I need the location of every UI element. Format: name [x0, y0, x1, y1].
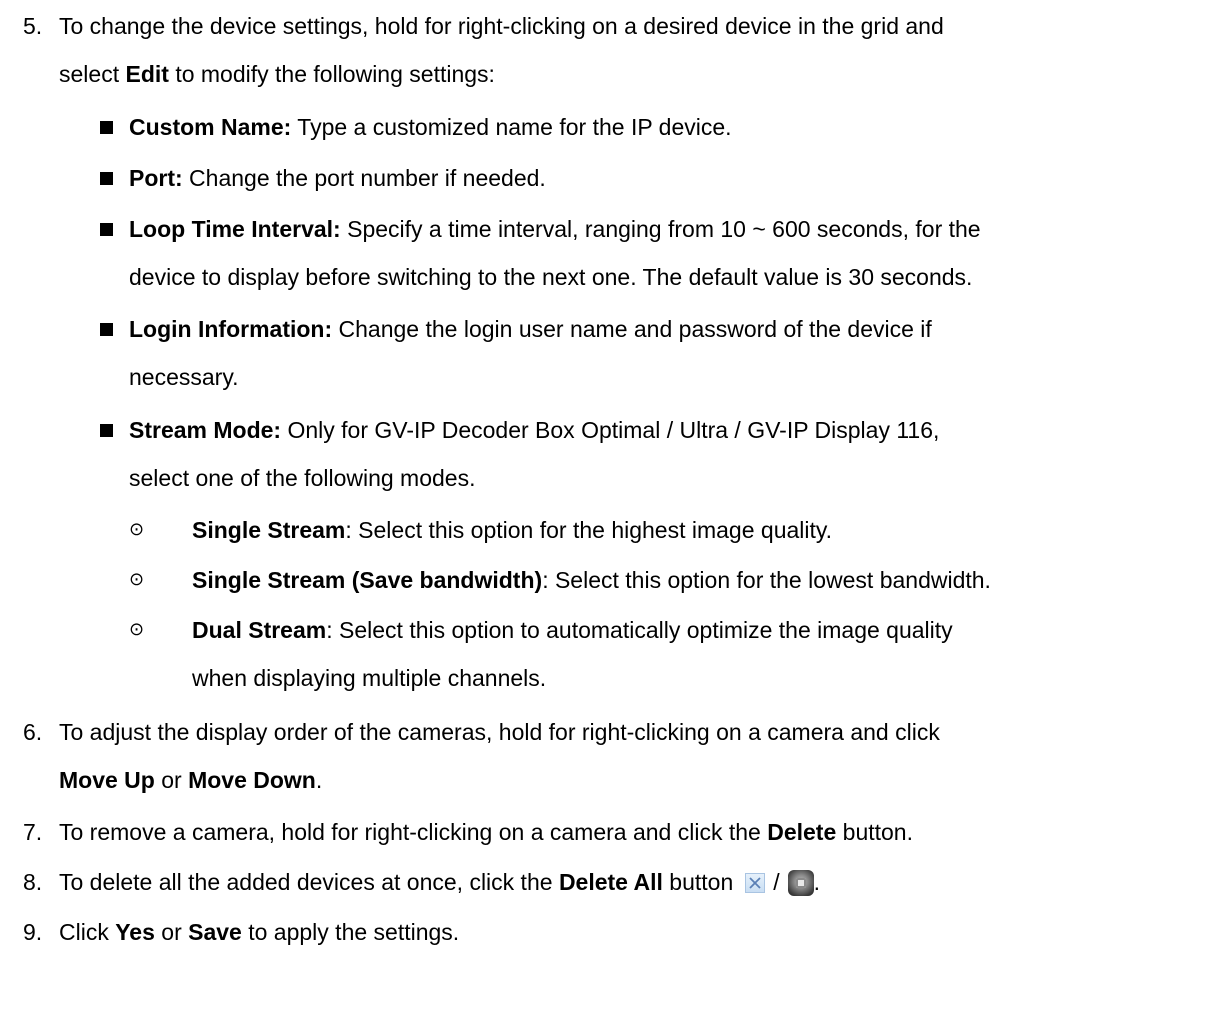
yes-term: Yes [115, 919, 155, 945]
mode-continuation: when displaying multiple channels. [192, 665, 547, 691]
step-7-number: 7. [23, 819, 43, 845]
step-6-line-2: Move Up or Move Down. [59, 766, 322, 794]
step-6-line-1: To adjust the display order of the camer… [59, 719, 940, 745]
bullet-stream-mode: Stream Mode: Only for GV-IP Decoder Box … [129, 416, 939, 444]
step-9-line: Click Yes or Save to apply the settings. [59, 918, 459, 946]
mode-dual-stream: Dual Stream: Select this option to autom… [192, 616, 953, 644]
bullet-square-icon [100, 121, 113, 134]
step-8-text: To delete all the added devices at once,… [59, 869, 559, 895]
step-8-line: To delete all the added devices at once,… [59, 868, 820, 896]
step-8-period: . [813, 869, 821, 895]
step-9-or: or [154, 919, 189, 945]
bullet-square-icon [100, 172, 113, 185]
delete-all-round-icon [787, 870, 814, 896]
step-7-text-end: button. [836, 819, 913, 845]
bullet-login-information: Login Information: Change the login user… [129, 315, 932, 343]
bullet-term: Login Information: [129, 316, 333, 342]
bullet-text: Only for GV-IP Decoder Box Optimal / Ult… [281, 417, 940, 443]
bullet-square-icon [100, 424, 113, 437]
delete-all-x-icon [745, 873, 766, 893]
step-5-text-end: to modify the following settings: [168, 61, 495, 87]
bullet-term: Port: [129, 165, 183, 191]
step-6-or: or [154, 767, 189, 793]
mode-text: : Select this option for the lowest band… [542, 567, 991, 593]
circle-dot-bullet-icon: ⊙ [129, 519, 145, 540]
edit-term: Edit [125, 61, 169, 87]
bullet-text: Type a customized name for the IP device… [291, 114, 732, 140]
step-5-line-1: To change the device settings, hold for … [59, 13, 944, 39]
step-7-text: To remove a camera, hold for right-click… [59, 819, 768, 845]
bullet-loop-time-interval: Loop Time Interval: Specify a time inter… [129, 215, 981, 243]
bullet-custom-name: Custom Name: Type a customized name for … [129, 113, 732, 141]
step-6-period: . [315, 767, 323, 793]
delete-term: Delete [767, 819, 837, 845]
mode-text: : Select this option for the highest ima… [345, 517, 833, 543]
bullet-text: Specify a time interval, ranging from 10… [340, 216, 981, 242]
mode-single-stream-save-bandwidth: Single Stream (Save bandwidth): Select t… [192, 566, 991, 594]
move-down-term: Move Down [188, 767, 316, 793]
step-8-button-word: button [662, 869, 734, 895]
step-6-number: 6. [23, 719, 43, 745]
step-5-text: select [59, 61, 126, 87]
mode-term: Dual Stream [192, 617, 327, 643]
step-9-text: Click [59, 919, 116, 945]
bullet-text: Change the login user name and password … [332, 316, 932, 342]
bullet-term: Stream Mode: [129, 417, 282, 443]
step-9-text-end: to apply the settings. [241, 919, 460, 945]
delete-all-term: Delete All [558, 869, 663, 895]
step-7-line: To remove a camera, hold for right-click… [59, 818, 913, 846]
mode-term: Single Stream (Save bandwidth) [192, 567, 543, 593]
move-up-term: Move Up [59, 767, 155, 793]
step-8-number: 8. [23, 869, 43, 895]
circle-dot-bullet-icon: ⊙ [129, 569, 145, 590]
bullet-term: Loop Time Interval: [129, 216, 341, 242]
bullet-port: Port: Change the port number if needed. [129, 164, 546, 192]
bullet-square-icon [100, 323, 113, 336]
step-8-separator: / [773, 869, 780, 895]
step-9-number: 9. [23, 919, 43, 945]
step-5-line-2: select Edit to modify the following sett… [59, 60, 495, 88]
mode-single-stream: Single Stream: Select this option for th… [192, 516, 832, 544]
mode-term: Single Stream [192, 517, 346, 543]
save-term: Save [188, 919, 242, 945]
step-5-number: 5. [23, 13, 43, 39]
bullet-text: Change the port number if needed. [182, 165, 546, 191]
circle-dot-bullet-icon: ⊙ [129, 619, 145, 640]
mode-text: : Select this option to automatically op… [326, 617, 953, 643]
bullet-square-icon [100, 223, 113, 236]
bullet-continuation: select one of the following modes. [129, 465, 476, 491]
bullet-term: Custom Name: [129, 114, 292, 140]
bullet-continuation: device to display before switching to th… [129, 264, 973, 290]
bullet-continuation: necessary. [129, 364, 239, 390]
